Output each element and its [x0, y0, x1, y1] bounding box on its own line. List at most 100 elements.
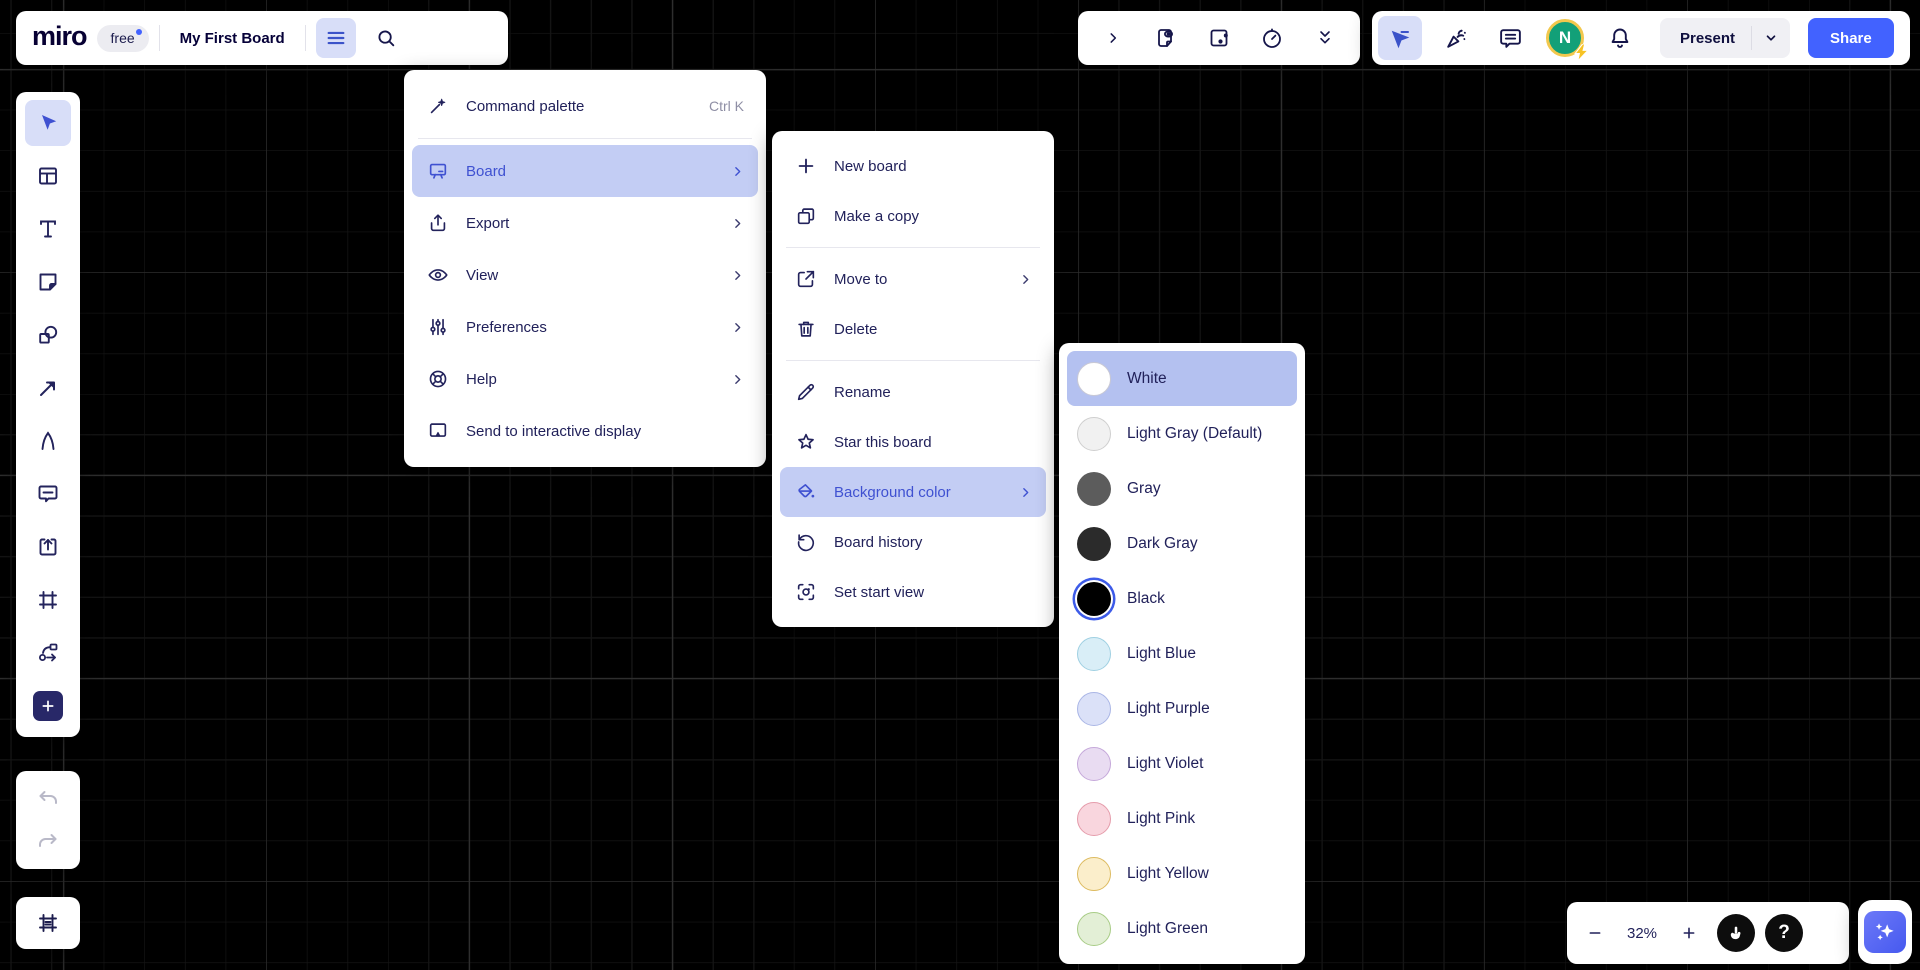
menu-item-new-board[interactable]: New board: [780, 141, 1046, 191]
shapes-tool[interactable]: [25, 312, 71, 358]
upgrade-dot-icon: [136, 29, 142, 35]
menu-item-preferences[interactable]: Preferences: [412, 301, 758, 353]
chat-button[interactable]: [1490, 18, 1530, 58]
color-option-light-blue[interactable]: Light Blue: [1067, 626, 1297, 681]
upload-tool[interactable]: [25, 524, 71, 570]
color-option-light-purple[interactable]: Light Purple: [1067, 681, 1297, 736]
plan-badge-label: free: [111, 30, 135, 46]
color-swatch-gray: [1077, 472, 1111, 506]
connector-arrow-icon: [36, 376, 60, 400]
frames-panel-button[interactable]: [16, 897, 80, 949]
search-button[interactable]: [366, 18, 406, 58]
sliders-icon: [426, 316, 450, 338]
present-dropdown[interactable]: [1752, 31, 1790, 45]
menu-item-label: Make a copy: [834, 208, 1032, 225]
present-button[interactable]: Present: [1660, 18, 1790, 58]
notifications-button[interactable]: [1600, 18, 1640, 58]
menu-item-set-start-view[interactable]: Set start view: [780, 567, 1046, 617]
templates-tool[interactable]: [25, 153, 71, 199]
comment-tool[interactable]: [25, 471, 71, 517]
attention-button[interactable]: [1199, 18, 1239, 58]
lightning-badge-icon: [1574, 44, 1589, 61]
chevron-right-icon: [1019, 273, 1032, 286]
connector-tool[interactable]: [25, 365, 71, 411]
menu-item-view[interactable]: View: [412, 249, 758, 301]
miro-logo[interactable]: miro: [32, 23, 87, 54]
trash-icon: [794, 318, 818, 340]
ai-assist-button[interactable]: [1858, 900, 1912, 964]
private-mode-button[interactable]: [1146, 18, 1186, 58]
zoom-bar: 32% ?: [1567, 902, 1849, 964]
search-icon: [375, 27, 397, 49]
help-button[interactable]: ?: [1765, 914, 1803, 952]
color-option-dark-gray[interactable]: Dark Gray: [1067, 516, 1297, 571]
main-menu: Command palette Ctrl K Board Export View…: [404, 70, 766, 467]
command-palette-icon: [426, 95, 450, 117]
color-swatch-light-gray: [1077, 417, 1111, 451]
add-tool-button[interactable]: [33, 691, 63, 721]
menu-item-board[interactable]: Board: [412, 145, 758, 197]
share-button[interactable]: Share: [1808, 18, 1894, 58]
menu-item-label: View: [466, 267, 715, 284]
collapse-toolbar-button[interactable]: [1093, 18, 1133, 58]
sticky-note-tool[interactable]: [25, 259, 71, 305]
color-swatch-dark-gray: [1077, 527, 1111, 561]
follow-cursor-button[interactable]: [1378, 16, 1422, 60]
color-option-light-violet[interactable]: Light Violet: [1067, 736, 1297, 791]
question-mark-icon: ?: [1778, 922, 1790, 944]
board-canvas[interactable]: miro free My First Board N Present: [0, 0, 1920, 970]
celebrate-button[interactable]: [1436, 18, 1476, 58]
menu-item-label: Star this board: [834, 434, 1032, 451]
zoom-in-button[interactable]: [1671, 915, 1707, 951]
color-option-label: Light Purple: [1127, 700, 1210, 718]
menu-item-label: Board history: [834, 534, 1032, 551]
zoom-level[interactable]: 32%: [1619, 925, 1665, 942]
main-menu-button[interactable]: [316, 18, 356, 58]
color-option-light-yellow[interactable]: Light Yellow: [1067, 846, 1297, 901]
text-tool[interactable]: [25, 206, 71, 252]
menu-item-export[interactable]: Export: [412, 197, 758, 249]
color-option-light-gray[interactable]: Light Gray (Default): [1067, 406, 1297, 461]
color-option-light-green[interactable]: Light Green: [1067, 901, 1297, 956]
zoom-out-button[interactable]: [1577, 915, 1613, 951]
board-title[interactable]: My First Board: [170, 30, 295, 47]
color-option-light-pink[interactable]: Light Pink: [1067, 791, 1297, 846]
redo-button[interactable]: [25, 820, 71, 863]
menu-item-send-to-display[interactable]: Send to interactive display: [412, 405, 758, 457]
menu-item-make-a-copy[interactable]: Make a copy: [780, 191, 1046, 241]
lifebuoy-icon: [426, 368, 450, 390]
menu-item-star-this-board[interactable]: Star this board: [780, 417, 1046, 467]
menu-item-delete[interactable]: Delete: [780, 304, 1046, 354]
select-tool[interactable]: [25, 100, 71, 146]
menu-item-label: Rename: [834, 384, 1032, 401]
color-swatch-light-pink: [1077, 802, 1111, 836]
more-tools-button[interactable]: [1305, 18, 1345, 58]
board-submenu: New board Make a copy Move to Delete Ren…: [772, 131, 1054, 627]
color-option-label: Light Gray (Default): [1127, 425, 1262, 443]
plan-badge[interactable]: free: [97, 25, 149, 52]
ai-sparkles-icon: [1864, 911, 1906, 953]
menu-item-background-color[interactable]: Background color: [780, 467, 1046, 517]
color-option-black[interactable]: Black: [1067, 571, 1297, 626]
user-avatar[interactable]: N: [1544, 17, 1586, 59]
menu-item-help[interactable]: Help: [412, 353, 758, 405]
walkthrough-button[interactable]: [1717, 914, 1755, 952]
menu-item-rename[interactable]: Rename: [780, 367, 1046, 417]
color-option-white[interactable]: White: [1067, 351, 1297, 406]
pen-tool[interactable]: [25, 418, 71, 464]
timer-button[interactable]: [1252, 18, 1292, 58]
menu-item-label: Delete: [834, 321, 1032, 338]
upload-icon: [36, 535, 60, 559]
header-bar: miro free My First Board: [16, 11, 508, 65]
menu-item-board-history[interactable]: Board history: [780, 517, 1046, 567]
copy-icon: [794, 205, 818, 227]
undo-button[interactable]: [25, 777, 71, 820]
menu-item-command-palette[interactable]: Command palette Ctrl K: [412, 80, 758, 132]
history-icon: [794, 531, 818, 553]
color-option-gray[interactable]: Gray: [1067, 461, 1297, 516]
color-option-label: Light Pink: [1127, 810, 1195, 828]
menu-item-move-to[interactable]: Move to: [780, 254, 1046, 304]
frame-tool[interactable]: [25, 577, 71, 623]
chevron-right-icon: [731, 373, 744, 386]
diagram-tool[interactable]: [25, 630, 71, 676]
